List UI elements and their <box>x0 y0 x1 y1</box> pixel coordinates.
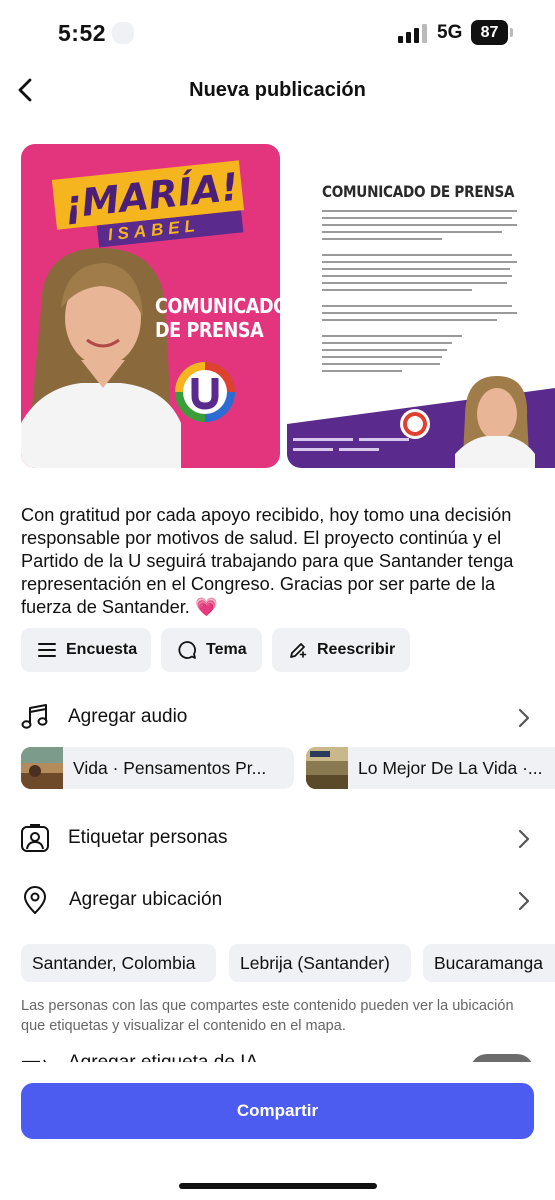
press-body-text <box>322 210 522 377</box>
heart-emoji: 💗 <box>194 597 218 617</box>
location-pin-icon <box>24 886 46 914</box>
status-time: 5:52 <box>58 20 107 46</box>
music-note-icon <box>21 704 48 729</box>
list-icon <box>38 643 56 657</box>
chevron-right-icon <box>518 891 530 911</box>
share-button[interactable]: Compartir <box>21 1083 534 1139</box>
battery-icon: 87 <box>471 20 513 45</box>
location-privacy-note: Las personas con las que compartes este … <box>21 998 514 1034</box>
rewrite-chip[interactable]: Reescribir <box>272 628 410 672</box>
location-suggestion[interactable]: Lebrija (Santander) <box>229 944 411 982</box>
caption-text: Con gratitud por cada apoyo recibido, ho… <box>21 505 514 617</box>
poll-chip[interactable]: Encuesta <box>21 628 151 672</box>
tag-people-label: Etiquetar personas <box>68 827 228 848</box>
post-caption[interactable]: Con gratitud por cada apoyo recibido, ho… <box>21 504 541 619</box>
audio-title: Lo Mejor De La Vida ·... <box>358 758 543 778</box>
cellular-signal-icon <box>398 24 427 43</box>
audio-suggestion-2[interactable]: Lo Mejor De La Vida ·... <box>306 747 555 789</box>
network-type: 5G <box>437 22 463 43</box>
person-tag-icon <box>21 824 49 852</box>
home-indicator <box>179 1183 377 1189</box>
chevron-right-icon <box>518 829 530 849</box>
poll-chip-label: Encuesta <box>66 641 138 658</box>
name-banner: ¡MARÍA! ISABEL <box>51 160 246 249</box>
location-arrow-icon <box>112 22 134 44</box>
add-audio-label: Agregar audio <box>68 706 188 727</box>
topic-chip[interactable]: Tema <box>161 628 262 672</box>
post-image-2[interactable]: COMUNICADO DE PRENSA <box>287 144 555 468</box>
headline-text: COMUNICADO DE PRENSA <box>155 294 280 342</box>
speech-bubble-icon <box>178 641 196 659</box>
bottom-bar: Compartir <box>0 1062 555 1200</box>
media-carousel[interactable]: ¡MARÍA! ISABEL COMUNICADO DE PRENSA COMU… <box>21 144 555 468</box>
press-title: COMUNICADO DE PRENSA <box>322 182 515 201</box>
add-location-label: Agregar ubicación <box>69 889 223 910</box>
top-navigation: Nueva publicación <box>0 66 555 116</box>
party-u-logo <box>175 362 235 422</box>
pencil-sparkle-icon <box>290 643 307 658</box>
candidate-photo-small <box>455 376 535 468</box>
topic-chip-label: Tema <box>206 641 247 658</box>
candidate-photo <box>21 248 181 468</box>
tag-people-row[interactable]: Etiquetar personas <box>0 817 555 861</box>
chevron-right-icon <box>518 708 530 728</box>
album-art-thumbnail <box>306 747 348 789</box>
location-suggestion[interactable]: Bucaramanga <box>423 944 555 982</box>
status-bar: 5:52 5G 87 <box>0 0 555 66</box>
audio-title: Vida · Pensamentos Pr... <box>73 758 267 778</box>
battery-level: 87 <box>471 20 508 45</box>
page-title: Nueva publicación <box>189 79 366 101</box>
add-audio-row[interactable]: Agregar audio <box>0 696 555 740</box>
audio-suggestion-1[interactable]: Vida · Pensamentos Pr... <box>21 747 294 789</box>
add-location-row[interactable]: Agregar ubicación <box>0 879 555 923</box>
post-image-1[interactable]: ¡MARÍA! ISABEL COMUNICADO DE PRENSA <box>21 144 280 468</box>
album-art-thumbnail <box>21 747 63 789</box>
rewrite-chip-label: Reescribir <box>317 641 396 658</box>
location-suggestion[interactable]: Santander, Colombia <box>21 944 216 982</box>
